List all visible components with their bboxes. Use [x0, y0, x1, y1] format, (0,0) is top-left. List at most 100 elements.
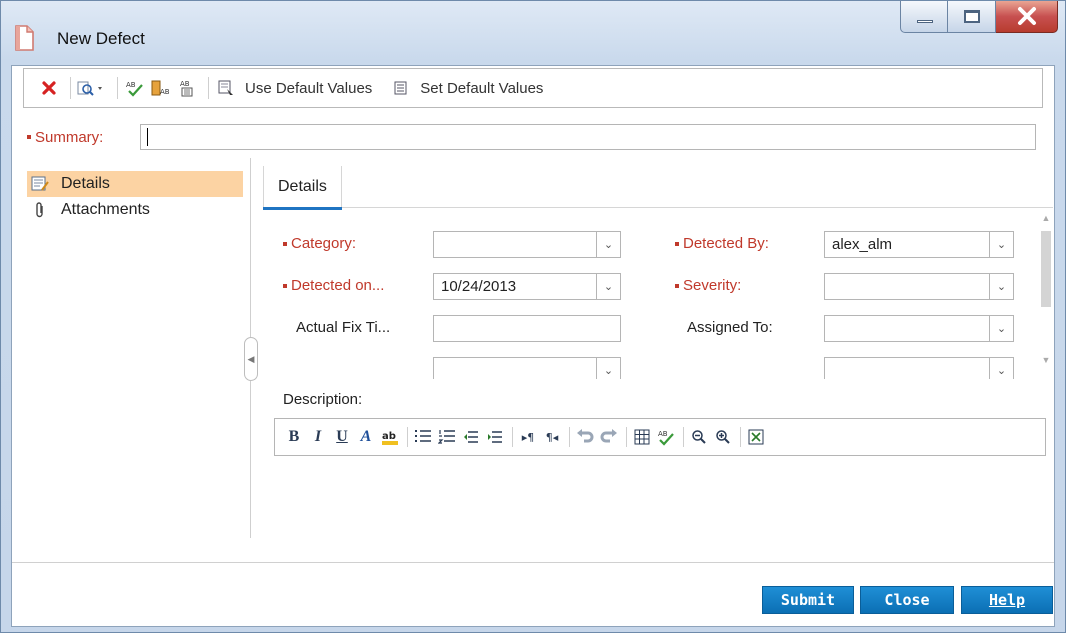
- collapse-panel-button[interactable]: ◀: [244, 337, 258, 381]
- severity-label-text: Severity:: [683, 277, 742, 294]
- sidebar-item-attachments[interactable]: Attachments: [27, 197, 243, 223]
- left-to-right-icon[interactable]: ▸¶: [519, 427, 537, 447]
- editor-separator: [683, 427, 684, 447]
- detected-by-label: Detected By:: [675, 235, 769, 252]
- actual-fix-time-input[interactable]: [433, 315, 621, 342]
- numbered-list-icon[interactable]: [438, 427, 456, 447]
- toolbar: AB AB AB Use Default Values Set Default …: [23, 68, 1043, 108]
- fullscreen-icon[interactable]: [747, 427, 765, 447]
- tab-label: Details: [278, 178, 327, 195]
- title-bar[interactable]: New Defect: [1, 1, 1065, 63]
- window-controls: [900, 1, 1058, 35]
- category-label: Category:: [283, 235, 356, 252]
- font-color-icon[interactable]: A: [357, 427, 375, 447]
- help-button[interactable]: Help: [961, 586, 1053, 614]
- thesaurus-icon[interactable]: AB: [150, 77, 172, 99]
- svg-text:AB: AB: [658, 430, 668, 438]
- form-scrollbar[interactable]: ▲ ▼: [1037, 211, 1053, 371]
- assigned-to-select[interactable]: ⌄: [824, 315, 1014, 342]
- use-defaults-icon: [215, 77, 237, 99]
- chevron-down-icon[interactable]: ⌄: [596, 232, 620, 257]
- svg-text:ab: ab: [382, 431, 396, 442]
- required-marker: [283, 242, 287, 247]
- new-defect-window: New Defect AB AB AB Use Default Values S…: [0, 0, 1066, 633]
- minimize-icon: [917, 20, 933, 23]
- bullet-list-icon[interactable]: [414, 427, 432, 447]
- chevron-down-icon[interactable]: ⌄: [596, 358, 620, 379]
- table-icon[interactable]: [633, 427, 651, 447]
- severity-label: Severity:: [675, 277, 741, 294]
- chevron-down-icon[interactable]: ⌄: [989, 316, 1013, 341]
- category-select[interactable]: ⌄: [433, 231, 621, 258]
- scrollbar-thumb[interactable]: [1041, 231, 1051, 307]
- close-icon: [1018, 7, 1036, 25]
- editor-separator: [626, 427, 627, 447]
- close-button[interactable]: Close: [860, 586, 954, 614]
- spelling-options-icon[interactable]: AB: [176, 77, 198, 99]
- spell-check-icon[interactable]: AB: [124, 77, 146, 99]
- detected-on-value: 10/24/2013: [441, 278, 517, 295]
- decrease-indent-icon[interactable]: [462, 427, 480, 447]
- severity-select[interactable]: ⌄: [824, 273, 1014, 300]
- chevron-left-icon: ◀: [247, 353, 255, 364]
- zoom-in-icon[interactable]: [714, 427, 732, 447]
- increase-indent-icon[interactable]: [486, 427, 504, 447]
- required-marker: [27, 135, 31, 139]
- text-caret: [147, 128, 148, 146]
- chevron-down-icon[interactable]: ⌄: [989, 274, 1013, 299]
- summary-label: Summary:: [35, 128, 104, 146]
- sidebar: Details Attachments: [27, 171, 243, 223]
- zoom-out-icon[interactable]: [690, 427, 708, 447]
- toolbar-separator: [70, 77, 71, 99]
- scroll-up-icon[interactable]: ▲: [1041, 213, 1051, 223]
- detected-on-label: Detected on...: [283, 277, 384, 294]
- highlight-icon[interactable]: ab: [381, 427, 399, 447]
- submit-label: Submit: [780, 591, 836, 609]
- find-icon[interactable]: [77, 77, 107, 99]
- scroll-down-icon[interactable]: ▼: [1041, 355, 1051, 365]
- footer-divider: [12, 562, 1054, 563]
- sidebar-item-details[interactable]: Details: [27, 171, 243, 197]
- form-field-clipped[interactable]: ⌄: [824, 357, 1014, 379]
- italic-icon[interactable]: I: [309, 427, 327, 447]
- required-marker: [675, 242, 679, 247]
- required-marker: [675, 284, 679, 289]
- submit-button[interactable]: Submit: [762, 586, 854, 614]
- detected-by-value: alex_alm: [832, 236, 893, 253]
- right-to-left-icon[interactable]: ¶◂: [543, 427, 561, 447]
- detected-by-select[interactable]: alex_alm ⌄: [824, 231, 1014, 258]
- details-form: Category: ⌄ Detected By: alex_alm ⌄ Dete…: [263, 211, 1053, 379]
- tab-details[interactable]: Details: [263, 166, 342, 210]
- summary-field-label: Summary:: [27, 123, 103, 151]
- set-default-values-button[interactable]: Set Default Values: [390, 77, 543, 99]
- chevron-down-icon[interactable]: ⌄: [989, 358, 1013, 379]
- maximize-button[interactable]: [948, 1, 996, 33]
- close-window-button[interactable]: [996, 1, 1058, 33]
- undo-icon[interactable]: [576, 427, 594, 447]
- paperclip-icon: [31, 201, 49, 219]
- delete-icon[interactable]: [38, 77, 60, 99]
- maximize-icon: [964, 10, 980, 23]
- detected-by-label-text: Detected By:: [683, 235, 769, 252]
- dialog-content: AB AB AB Use Default Values Set Default …: [11, 65, 1055, 627]
- editor-separator: [512, 427, 513, 447]
- summary-input[interactable]: [140, 124, 1036, 150]
- category-label-text: Category:: [291, 235, 357, 252]
- form-field-clipped[interactable]: ⌄: [433, 357, 621, 379]
- editor-separator: [407, 427, 408, 447]
- chevron-down-icon[interactable]: ⌄: [989, 232, 1013, 257]
- detected-on-date-field[interactable]: 10/24/2013 ⌄: [433, 273, 621, 300]
- toolbar-separator: [117, 77, 118, 99]
- redo-icon[interactable]: [600, 427, 618, 447]
- svg-text:AB: AB: [160, 88, 170, 96]
- spell-check-icon[interactable]: AB: [657, 427, 675, 447]
- underline-icon[interactable]: U: [333, 427, 351, 447]
- chevron-down-icon[interactable]: ⌄: [596, 274, 620, 299]
- close-label: Close: [884, 591, 930, 609]
- use-default-values-button[interactable]: Use Default Values: [215, 77, 372, 99]
- assigned-to-label: Assigned To:: [687, 319, 773, 336]
- svg-text:AB: AB: [180, 80, 190, 88]
- bold-icon[interactable]: B: [285, 427, 303, 447]
- minimize-button[interactable]: [900, 1, 948, 33]
- editor-separator: [740, 427, 741, 447]
